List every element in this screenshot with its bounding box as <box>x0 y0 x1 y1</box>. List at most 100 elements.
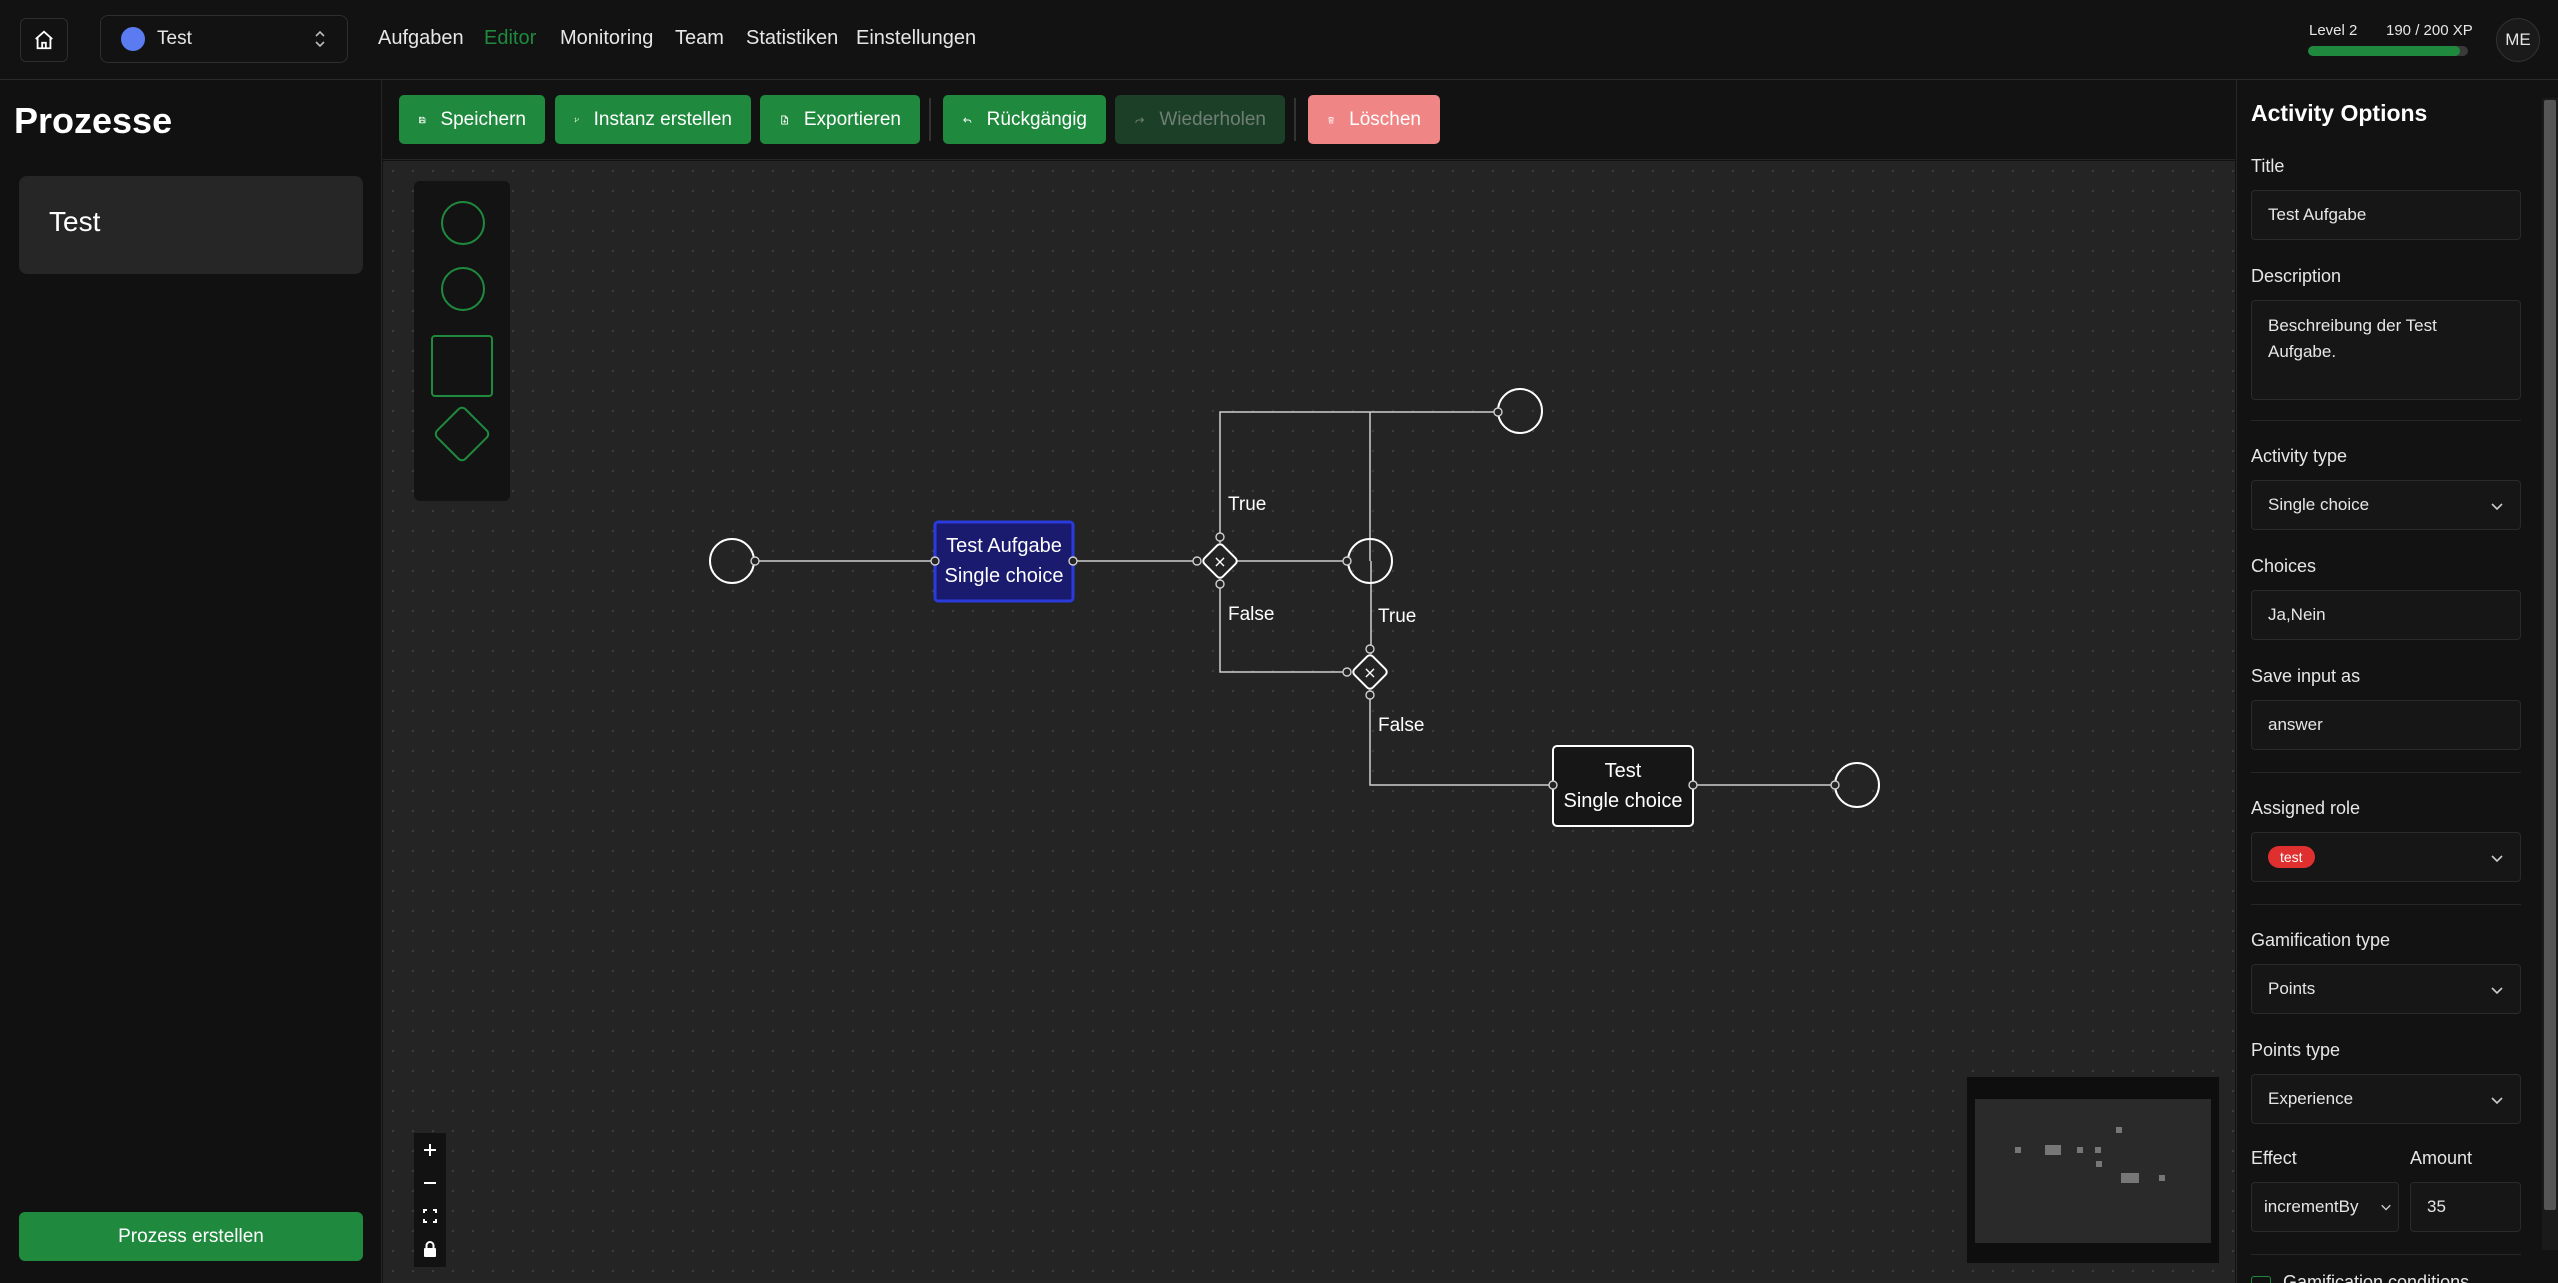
gamification-type-value: Points <box>2268 979 2316 998</box>
chevron-down-icon <box>2491 1097 2503 1105</box>
title-label: Title <box>2251 156 2285 176</box>
minimap-viewport <box>1975 1099 2211 1243</box>
undo-icon <box>963 116 972 123</box>
level-label: Level 2 <box>2309 22 2358 39</box>
fit-view-icon <box>423 1208 437 1223</box>
activity-type-label: Activity type <box>2251 446 2348 466</box>
edge-label-true-1: True <box>1228 494 1267 515</box>
effect-select[interactable]: incrementBy <box>2251 1182 2399 1232</box>
flow-diagram: × × <box>709 388 1880 827</box>
points-type-select[interactable]: Experience <box>2251 1074 2521 1124</box>
avatar[interactable]: ME <box>2496 18 2540 62</box>
minimap-node <box>2045 1145 2061 1155</box>
delete-label: Löschen <box>1349 108 1421 130</box>
nav-link-monitoring[interactable]: Monitoring <box>560 27 653 50</box>
create-process-button[interactable]: Prozess erstellen <box>19 1212 363 1261</box>
assigned-role-select[interactable]: test <box>2251 832 2521 882</box>
section-divider <box>2251 1254 2521 1255</box>
title-input[interactable]: Test Aufgabe <box>2251 190 2521 240</box>
task-1-label: Test Aufgabe Single choice <box>935 531 1073 591</box>
nav-link-einstellungen[interactable]: Einstellungen <box>856 27 976 50</box>
description-text: Beschreibung der Test Aufgabe. <box>2268 316 2437 361</box>
edge <box>1369 690 1553 786</box>
section-divider <box>2251 772 2521 773</box>
save-input-field[interactable]: answer <box>2251 700 2521 750</box>
task-2-label: Test Single choice <box>1553 756 1693 816</box>
panel-scrollbar[interactable] <box>2542 98 2558 1250</box>
effect-label: Effect <box>2251 1148 2297 1168</box>
file-export-icon <box>781 114 789 125</box>
minimap[interactable] <box>1967 1077 2219 1263</box>
process-list-item[interactable]: Test <box>19 176 363 274</box>
minimap-node <box>2015 1147 2021 1153</box>
gamification-type-label: Gamification type <box>2251 930 2391 950</box>
effect-value: incrementBy <box>2264 1197 2359 1216</box>
handle <box>1830 780 1840 790</box>
gamification-conditions-checkbox[interactable] <box>2251 1276 2271 1283</box>
redo-icon <box>1135 116 1145 123</box>
flow-canvas[interactable]: × × Test Aufgabe Single choice Test Sing… <box>383 161 2235 1283</box>
zoom-in-button[interactable] <box>414 1133 446 1166</box>
end-event-top[interactable] <box>1497 388 1543 434</box>
nav-link-team[interactable]: Team <box>675 27 724 50</box>
process-sidebar: Prozesse Test Prozess erstellen <box>0 80 382 1283</box>
editor-toolbar: Speichern Instanz erstellen Exportieren … <box>383 80 2235 160</box>
save-icon <box>419 116 426 123</box>
xp-progress-bar <box>2308 46 2468 56</box>
export-label: Exportieren <box>803 108 901 130</box>
chevron-up-down-icon <box>315 30 325 48</box>
choices-input[interactable]: Ja,Nein <box>2251 590 2521 640</box>
save-button[interactable]: Speichern <box>399 95 545 144</box>
edge-label-false-2: False <box>1378 715 1425 736</box>
edge-label-false-1: False <box>1228 604 1275 625</box>
home-icon <box>35 30 53 50</box>
toolbar-divider <box>929 98 931 141</box>
gamification-type-select[interactable]: Points <box>2251 964 2521 1014</box>
minimap-node <box>2121 1173 2139 1183</box>
lock-icon <box>424 1240 436 1257</box>
gateway-1-symbol: × <box>1213 552 1226 571</box>
description-label: Description <box>2251 266 2342 286</box>
end-event-bottom[interactable] <box>1834 762 1880 808</box>
task-2-title: Test <box>1604 760 1642 782</box>
undo-button[interactable]: Rückgängig <box>943 95 1106 144</box>
chevron-down-icon <box>2491 503 2503 511</box>
zoom-out-button[interactable] <box>414 1166 446 1199</box>
minimap-node <box>2077 1147 2083 1153</box>
chevron-down-icon <box>2491 987 2503 995</box>
points-type-label: Points type <box>2251 1040 2341 1060</box>
handle <box>1365 690 1375 700</box>
minimap-node <box>2096 1161 2102 1167</box>
save-input-label: Save input as <box>2251 666 2361 686</box>
fit-view-button[interactable] <box>414 1199 446 1232</box>
description-textarea[interactable]: Beschreibung der Test Aufgabe. <box>2251 300 2521 400</box>
task-1-type: Single choice <box>944 565 1064 587</box>
handle <box>1215 532 1225 542</box>
panel-scrollbar-thumb[interactable] <box>2544 100 2556 1210</box>
zoom-controls <box>414 1133 446 1267</box>
home-button[interactable] <box>20 18 68 62</box>
gateway-2-symbol: × <box>1363 663 1376 682</box>
nav-link-editor[interactable]: Editor <box>484 27 536 50</box>
gamification-conditions-label: Gamification conditions <box>2283 1272 2470 1283</box>
export-button[interactable]: Exportieren <box>760 95 920 144</box>
amount-label: Amount <box>2410 1148 2473 1168</box>
role-chip[interactable]: test <box>2268 846 2315 868</box>
minus-icon <box>424 1181 436 1184</box>
handle <box>1192 556 1202 566</box>
nav-link-aufgaben[interactable]: Aufgaben <box>378 27 464 50</box>
redo-button[interactable]: Wiederholen <box>1115 95 1285 144</box>
lock-button[interactable] <box>414 1232 446 1265</box>
choices-label: Choices <box>2251 556 2317 576</box>
delete-button[interactable]: Löschen <box>1308 95 1440 144</box>
amount-input[interactable]: 35 <box>2410 1182 2521 1232</box>
task-2-type: Single choice <box>1563 790 1683 812</box>
redo-label: Wiederholen <box>1159 108 1266 130</box>
activity-type-select[interactable]: Single choice <box>2251 480 2521 530</box>
start-event[interactable] <box>709 538 755 584</box>
panel-title: Activity Options <box>2251 100 2428 126</box>
project-selector[interactable]: Test <box>100 15 348 63</box>
create-instance-button[interactable]: Instanz erstellen <box>555 95 751 144</box>
plus-icon <box>424 1143 436 1156</box>
nav-link-statistiken[interactable]: Statistiken <box>746 27 838 50</box>
